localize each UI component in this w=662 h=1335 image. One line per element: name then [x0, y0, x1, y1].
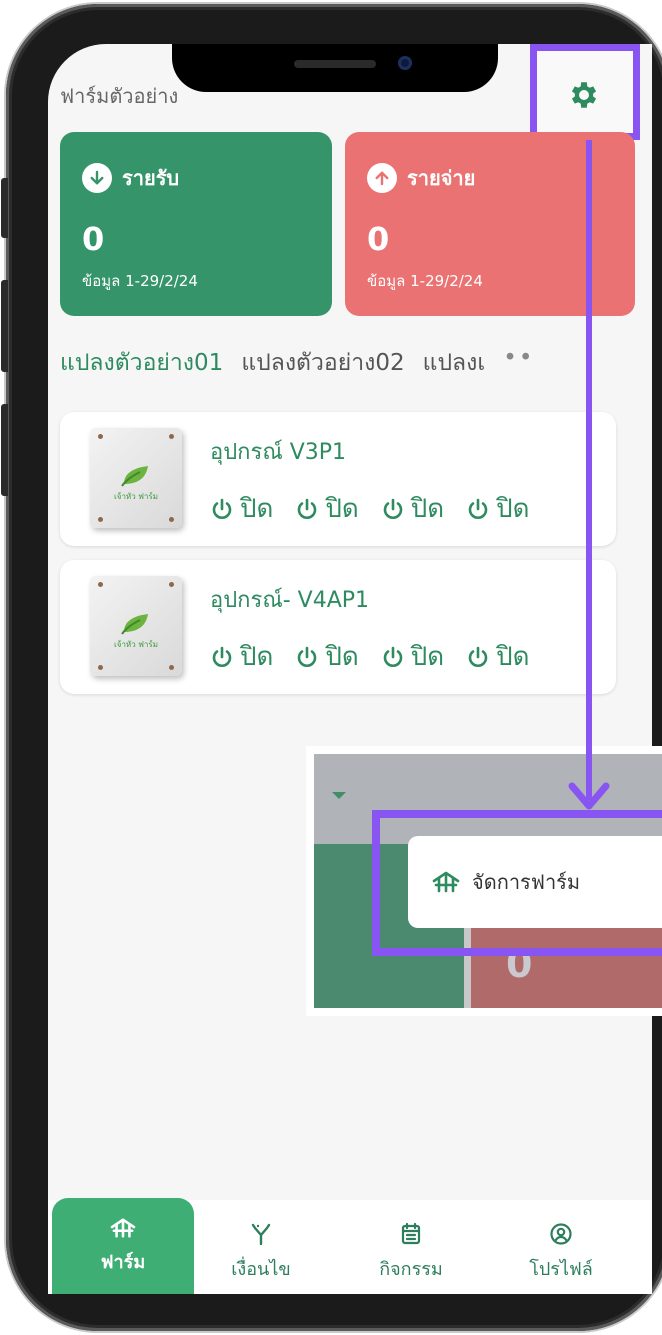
switch-status: ปิด [410, 642, 445, 672]
switch-status: ปิด [240, 494, 274, 524]
switch-status: ปิด [496, 494, 530, 524]
switch-toggle[interactable]: ปิด [295, 488, 359, 529]
nav-profile-label: โปรไฟล์ [529, 1258, 593, 1280]
switch-toggle[interactable]: ปิด [295, 636, 359, 677]
tab-plot-03[interactable]: แปลงเ [423, 345, 486, 385]
front-camera [398, 56, 412, 70]
nav-conditions-label: เงื่อนไข [231, 1258, 291, 1280]
switch-toggle[interactable]: ปิด [210, 488, 273, 529]
nav-activities-label: กิจกรรม [379, 1258, 443, 1280]
tab-plot-02[interactable]: แปลงตัวอย่าง02 [241, 345, 404, 385]
switch-group: ปิด ปิด ปิด ปิด [210, 488, 530, 529]
annotation-arrowhead-icon [568, 782, 610, 810]
power-icon [383, 498, 403, 519]
power-icon [468, 498, 488, 519]
device-card[interactable]: เจ้าหัว ฟาร์ม อุปกรณ์ V3P1 ปิด ปิด ปิด ป… [60, 412, 616, 546]
farm-title[interactable]: ฟาร์มตัวอย่าง [60, 80, 178, 112]
leaf-logo-icon [121, 466, 148, 487]
device-brand-text: เจ้าหัว ฟาร์ม [114, 640, 158, 649]
switch-status: ปิด [496, 642, 530, 672]
income-amount: 0 [82, 220, 105, 258]
nav-profile[interactable]: โปรไฟล์ [496, 1210, 626, 1294]
power-icon [298, 498, 317, 519]
power-icon [212, 498, 232, 519]
expense-label: รายจ่าย [407, 166, 476, 190]
switch-toggle[interactable]: ปิด [381, 636, 444, 677]
branch-icon [251, 1223, 271, 1245]
tab-plot-01[interactable]: แปลงตัวอย่าง01 [60, 345, 223, 385]
switch-toggle[interactable]: ปิด [466, 488, 530, 529]
switch-status: ปิด [325, 494, 359, 524]
mute-switch [1, 178, 8, 238]
power-icon [383, 646, 403, 667]
power-icon [212, 646, 232, 667]
arrow-down-icon [82, 163, 112, 193]
switch-status: ปิด [410, 494, 445, 524]
device-brand-text: เจ้าหัว ฟาร์ม [114, 492, 158, 501]
income-card[interactable]: รายรับ 0 ข้อมูล 1-29/2/24 [60, 132, 332, 316]
switch-toggle[interactable]: ปิด [466, 636, 530, 677]
nav-farm[interactable]: ฟาร์ม [52, 1198, 194, 1294]
volume-up-button [1, 280, 8, 372]
leaf-logo-icon [121, 614, 148, 635]
nav-farm-label: ฟาร์ม [100, 1251, 146, 1273]
nav-activities[interactable]: กิจกรรม [346, 1210, 476, 1294]
phone-notch [172, 44, 498, 92]
expense-date-range: ข้อมูล 1-29/2/24 [367, 272, 483, 290]
switch-status: ปิด [325, 642, 359, 672]
nav-conditions[interactable]: เงื่อนไข [196, 1210, 326, 1294]
highlight-box-menu [372, 810, 662, 956]
plot-tabs: แปลงตัวอย่าง01 แปลงตัวอย่าง02 แปลงเ •• [60, 345, 620, 385]
device-name: อุปกรณ์- V4AP1 [210, 588, 370, 613]
power-icon [298, 646, 317, 667]
device-name: อุปกรณ์ V3P1 [210, 440, 347, 465]
volume-down-button [1, 404, 8, 496]
income-date-range: ข้อมูล 1-29/2/24 [82, 272, 198, 290]
farm-icon [110, 1217, 136, 1238]
switch-toggle[interactable]: ปิด [210, 636, 273, 677]
annotation-arrow-line [586, 140, 592, 800]
arrow-up-icon [367, 163, 397, 193]
gear-icon[interactable] [567, 78, 601, 112]
income-label: รายรับ [122, 166, 180, 190]
caret-down-icon [332, 792, 346, 799]
switch-status: ปิด [240, 642, 274, 672]
profile-icon [550, 1222, 572, 1245]
income-card-header: รายรับ [82, 162, 179, 194]
device-image: เจ้าหัว ฟาร์ม [90, 576, 182, 676]
expense-amount: 0 [367, 220, 390, 258]
device-image: เจ้าหัว ฟาร์ม [90, 428, 182, 528]
switch-toggle[interactable]: ปิด [381, 488, 444, 529]
switch-group: ปิด ปิด ปิด ปิด [210, 636, 530, 677]
expense-card-header: รายจ่าย [367, 162, 475, 194]
device-card[interactable]: เจ้าหัว ฟาร์ม อุปกรณ์- V4AP1 ปิด ปิด ปิด… [60, 560, 616, 694]
power-icon [468, 646, 488, 667]
more-dots-icon[interactable]: •• [503, 345, 534, 385]
speaker [294, 60, 376, 68]
calendar-icon [401, 1222, 421, 1244]
